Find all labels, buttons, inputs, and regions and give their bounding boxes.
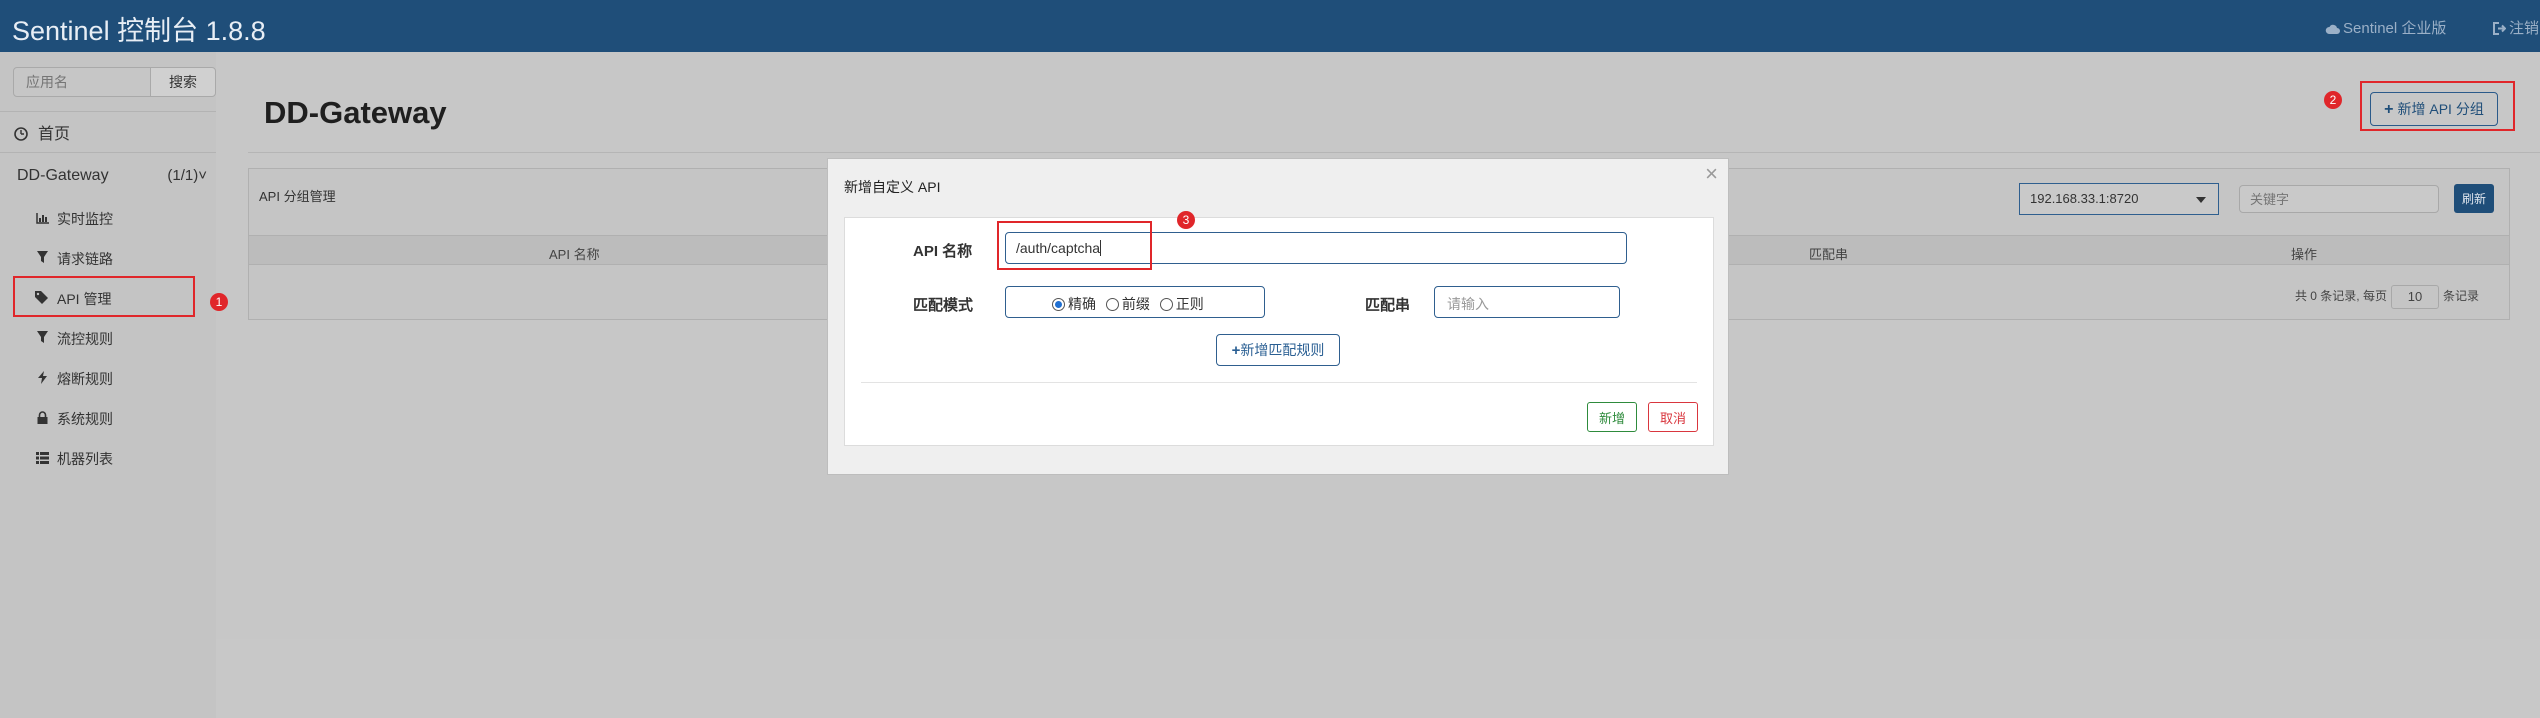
- top-navbar: Sentinel 控制台 1.8.8 Sentinel 企业版 注销: [0, 0, 2540, 52]
- sidebar-item-system-rules[interactable]: 系统规则: [35, 409, 113, 429]
- panel-title: API 分组管理: [259, 189, 336, 204]
- sidebar-item-flow-rules[interactable]: 流控规则: [35, 329, 113, 349]
- sidebar-app-count: (1/1)˅: [167, 167, 207, 184]
- add-match-rule-label: 新增匹配规则: [1240, 342, 1325, 358]
- sidebar-item-realtime-monitor[interactable]: 实时监控: [35, 209, 113, 229]
- bar-chart-icon: [35, 212, 49, 227]
- app-search-group: 搜索: [13, 67, 216, 97]
- radio-prefix[interactable]: 前缀: [1105, 296, 1150, 312]
- sidebar-app-name: DD-Gateway: [17, 167, 109, 184]
- sidebar-item-label: 实时监控: [57, 211, 113, 227]
- list-icon: [35, 452, 49, 467]
- logout-link-label: 注销: [2509, 20, 2540, 37]
- flash-icon: [35, 371, 49, 387]
- enterprise-link-label: Sentinel 企业版: [2343, 20, 2447, 37]
- add-api-modal: 新增自定义 API × API 名称 /auth/captcha 匹配模式 精确…: [827, 158, 1729, 475]
- column-header-pattern: 匹配串: [1809, 247, 1849, 262]
- cancel-button[interactable]: 取消: [1648, 402, 1698, 432]
- sidebar-item-home[interactable]: 首页: [14, 120, 70, 144]
- page-title: DD-Gateway: [264, 95, 447, 130]
- pagination-info: 共 0 条记录, 每页 10 条记录: [2295, 285, 2479, 309]
- sidebar-item-label: 流控规则: [57, 331, 113, 347]
- machine-select-value: 192.168.33.1:8720: [2030, 191, 2139, 206]
- title-divider: [248, 152, 2540, 153]
- radio-checked-icon: [1052, 298, 1065, 311]
- column-header-api-name: API 名称: [549, 247, 600, 262]
- sidebar-item-request-chain[interactable]: 请求链路: [35, 249, 113, 269]
- annotation-badge-1: 1: [210, 293, 228, 311]
- sidebar-item-machine-list[interactable]: 机器列表: [35, 449, 113, 469]
- annotation-box-add-group: [2360, 81, 2515, 131]
- enterprise-link[interactable]: Sentinel 企业版: [2325, 17, 2446, 38]
- cloud-icon: [2325, 24, 2340, 34]
- logout-link[interactable]: 注销: [2493, 17, 2539, 38]
- api-name-label: API 名称: [913, 243, 973, 260]
- refresh-button[interactable]: 刷新: [2454, 184, 2494, 213]
- filter-icon: [35, 251, 49, 267]
- dashboard-icon: [14, 127, 28, 141]
- filter-icon: [35, 331, 49, 347]
- match-mode-radio-group: 精确 前缀 正则: [1005, 286, 1265, 318]
- annotation-box-api-name: [997, 221, 1152, 270]
- radio-regex[interactable]: 正则: [1159, 296, 1204, 312]
- add-match-rule-button[interactable]: +新增匹配规则: [1216, 334, 1340, 366]
- sidebar-home-label: 首页: [38, 126, 71, 143]
- modal-body: API 名称 /auth/captcha 匹配模式 精确 前缀 正则 匹配串 请…: [844, 217, 1714, 446]
- sidebar-item-label: 熔断规则: [57, 371, 113, 387]
- radio-unchecked-icon: [1159, 298, 1173, 311]
- pager-prefix: 共 0 条记录, 每页: [2294, 289, 2387, 304]
- radio-exact[interactable]: 精确: [1052, 296, 1096, 312]
- chevron-down-icon: ˅: [198, 167, 207, 184]
- sidebar-item-label: 机器列表: [57, 451, 113, 467]
- machine-select[interactable]: 192.168.33.1:8720: [2019, 183, 2219, 215]
- caret-down-icon: [2196, 197, 2206, 203]
- annotation-box-api-management: [13, 276, 195, 317]
- sidebar-divider: [0, 152, 216, 153]
- app-search-input[interactable]: [13, 67, 151, 97]
- pager-suffix: 条记录: [2442, 289, 2479, 304]
- sidebar-item-label: 系统规则: [57, 411, 113, 427]
- sidebar-divider: [0, 111, 216, 112]
- brand-title[interactable]: Sentinel 控制台 1.8.8: [12, 9, 266, 48]
- close-icon[interactable]: ×: [1705, 161, 1718, 187]
- page-size-input[interactable]: 10: [2390, 285, 2439, 309]
- column-header-actions: 操作: [2291, 247, 2318, 262]
- sidebar-app-dd-gateway[interactable]: DD-Gateway (1/1)˅: [17, 167, 207, 185]
- keyword-search-input[interactable]: [2239, 185, 2439, 213]
- pattern-label: 匹配串: [1365, 297, 1411, 314]
- lock-icon: [35, 411, 49, 427]
- sidebar-item-label: 请求链路: [57, 251, 113, 267]
- sidebar-item-degrade-rules[interactable]: 熔断规则: [35, 369, 113, 389]
- annotation-badge-3: 3: [1177, 211, 1195, 229]
- match-mode-label: 匹配模式: [913, 297, 974, 314]
- modal-divider: [861, 382, 1697, 383]
- app-search-button[interactable]: 搜索: [150, 67, 216, 97]
- sidebar: 搜索 首页 DD-Gateway (1/1)˅ 实时监控 请求链路 API 管理…: [0, 52, 216, 718]
- logout-icon: [2493, 22, 2507, 35]
- pattern-input[interactable]: 请输入: [1434, 286, 1620, 318]
- annotation-badge-2: 2: [2324, 91, 2342, 109]
- confirm-add-button[interactable]: 新增: [1587, 402, 1637, 432]
- modal-title: 新增自定义 API: [844, 179, 941, 195]
- radio-unchecked-icon: [1105, 298, 1119, 311]
